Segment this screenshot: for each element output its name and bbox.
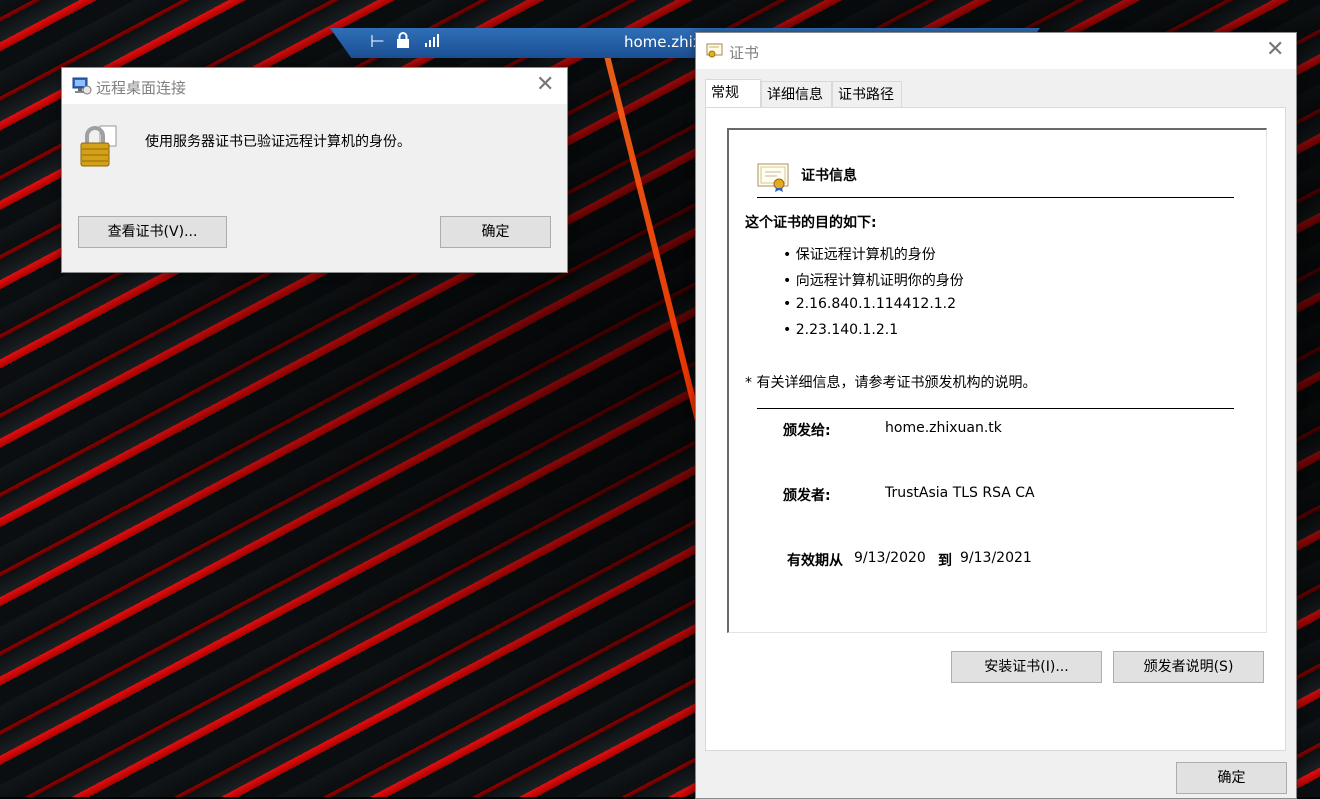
close-icon[interactable]: ✕	[1266, 37, 1284, 62]
issued-by-label: 颁发者:	[783, 488, 831, 504]
issued-by-value: TrustAsia TLS RSA CA	[885, 485, 1035, 501]
issued-to-label: 颁发给:	[783, 423, 831, 439]
purpose-text: 保证远程计算机的身份	[795, 247, 936, 263]
cert-title: 证书	[729, 44, 760, 62]
tab-details[interactable]: 详细信息	[761, 81, 832, 107]
rdp-dialog: 远程桌面连接 ✕ 使用服务器证书已验证远程计算机的身份。 查看证书(V)... …	[61, 67, 568, 273]
tab-general[interactable]: 常规	[705, 79, 761, 108]
purpose-text: 2.23.140.1.2.1	[795, 322, 899, 338]
pin-icon[interactable]: ⊢	[370, 32, 385, 52]
tab-certification-path[interactable]: 证书路径	[832, 81, 902, 107]
purpose-item: • 保证远程计算机的身份	[783, 247, 936, 263]
cert-info-header: 证书信息	[801, 168, 857, 184]
cert-title-bar: 证书 ✕	[696, 33, 1296, 69]
issuer-statement-button[interactable]: 颁发者说明(S)	[1113, 651, 1264, 683]
certificate-info-box: 证书信息 这个证书的目的如下: • 保证远程计算机的身份 • 向远程计算机证明你…	[727, 128, 1267, 633]
issuer-note: * 有关详细信息，请参考证书颁发机构的说明。	[745, 375, 1037, 391]
purpose-item: • 2.16.840.1.114412.1.2	[783, 296, 957, 312]
padlock-certificate-icon	[78, 124, 118, 172]
certificate-icon	[706, 43, 724, 63]
purpose-text: 2.16.840.1.114412.1.2	[795, 296, 957, 312]
divider	[757, 408, 1234, 409]
valid-to-label: 到	[938, 553, 952, 569]
general-tab-panel: 证书信息 这个证书的目的如下: • 保证远程计算机的身份 • 向远程计算机证明你…	[705, 107, 1286, 751]
certificate-badge-icon	[757, 162, 791, 196]
view-certificate-button[interactable]: 查看证书(V)...	[78, 216, 227, 248]
valid-to-value: 9/13/2021	[960, 550, 1032, 566]
purpose-heading: 这个证书的目的如下:	[745, 215, 877, 231]
certificate-dialog: 证书 ✕ 常规 详细信息 证书路径 证书信息 这个证书的目的如下: • 保证远程…	[695, 32, 1297, 799]
remote-desktop-icon	[72, 77, 92, 99]
ok-button[interactable]: 确定	[1176, 762, 1287, 794]
purpose-text: 向远程计算机证明你的身份	[795, 273, 964, 289]
install-certificate-button[interactable]: 安装证书(I)...	[951, 651, 1102, 683]
ok-button[interactable]: 确定	[440, 216, 551, 248]
purpose-item: • 2.23.140.1.2.1	[783, 322, 899, 338]
connection-host-label: home.zhix	[624, 33, 702, 51]
valid-from-value: 9/13/2020	[854, 550, 926, 566]
rdp-title-bar: 远程桌面连接 ✕	[62, 68, 567, 104]
signal-strength-icon[interactable]	[424, 32, 440, 53]
purpose-item: • 向远程计算机证明你的身份	[783, 273, 964, 289]
divider	[757, 197, 1234, 198]
lock-icon[interactable]	[396, 32, 410, 53]
valid-from-label: 有效期从	[787, 553, 843, 569]
rdp-message: 使用服务器证书已验证远程计算机的身份。	[145, 134, 411, 150]
close-icon[interactable]: ✕	[536, 72, 554, 97]
rdp-title: 远程桌面连接	[96, 79, 187, 97]
issued-to-value: home.zhixuan.tk	[885, 420, 1002, 436]
